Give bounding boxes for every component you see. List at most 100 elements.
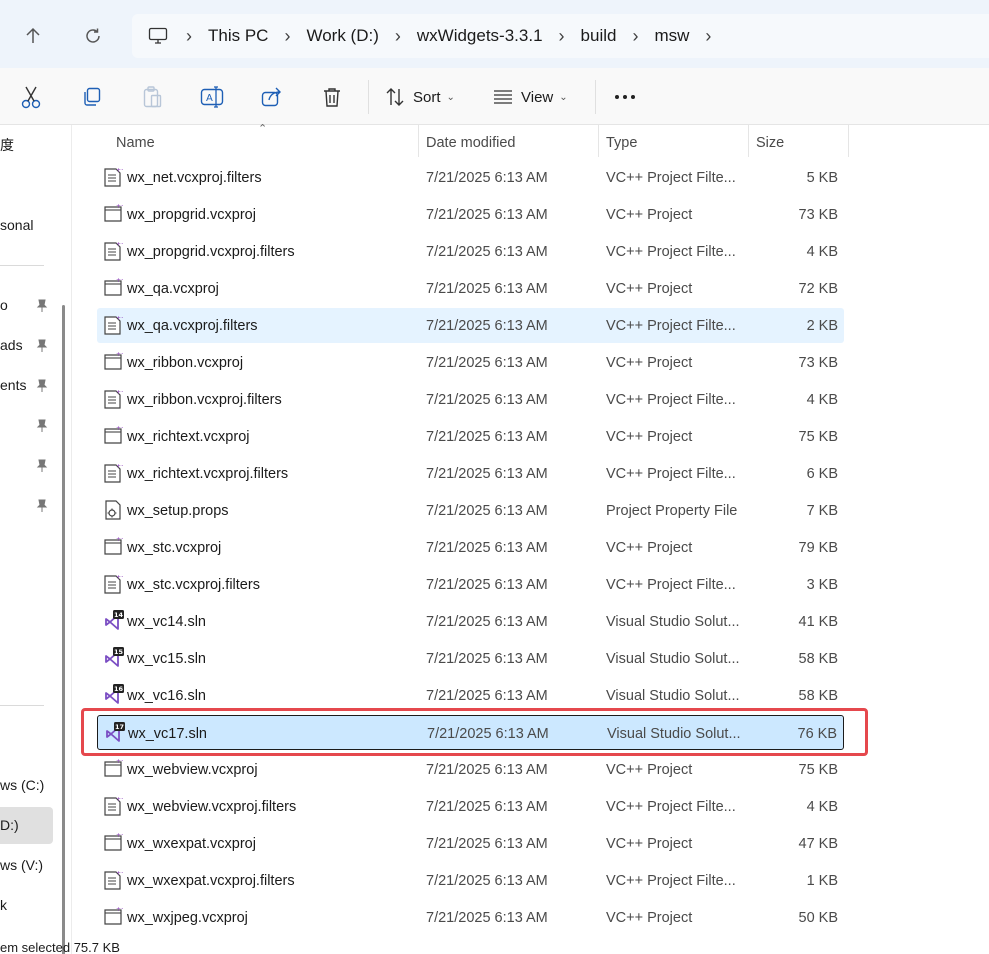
- svg-text:++: ++: [116, 351, 123, 358]
- sidebar-item-documents[interactable]: ents: [0, 377, 26, 393]
- column-header-type[interactable]: Type: [606, 125, 637, 161]
- column-resizer[interactable]: [418, 125, 419, 157]
- sidebar-item-drive-c[interactable]: ws (C:): [0, 777, 44, 793]
- column-header-date[interactable]: Date modified: [426, 125, 515, 161]
- sln-icon: 14: [103, 610, 124, 632]
- file-row[interactable]: wx_setup.props 7/21/2025 6:13 AM Project P…: [97, 493, 844, 528]
- address-bar[interactable]: › This PC › Work (D:) › wxWidgets-3.3.1 …: [132, 14, 989, 58]
- paste-button[interactable]: [141, 82, 163, 112]
- column-resizer[interactable]: [598, 125, 599, 157]
- file-row[interactable]: ++ wx_richtext.vcxproj 7/21/2025 6:13 AM VC…: [97, 419, 844, 454]
- sidebar-item-top[interactable]: 度: [0, 135, 14, 155]
- file-row[interactable]: 15 wx_vc15.sln 7/21/2025 6:13 AM Visual Stu…: [97, 641, 844, 676]
- up-button[interactable]: [17, 20, 49, 52]
- pin-icon[interactable]: [36, 499, 48, 513]
- file-row[interactable]: ++ wx_qa.vcxproj.filters 7/21/2025 6:13 AM…: [97, 308, 844, 343]
- svg-text:++: ++: [116, 425, 123, 432]
- column-resizer[interactable]: [748, 125, 749, 157]
- file-row[interactable]: ++ wx_ribbon.vcxproj.filters 7/21/2025 6:1…: [97, 382, 844, 417]
- column-resizer[interactable]: [848, 125, 849, 157]
- file-type: VC++ Project Filte...: [606, 391, 736, 408]
- file-row[interactable]: ++ wx_wxjpeg.vcxproj 7/21/2025 6:13 AM VC++…: [97, 900, 844, 935]
- refresh-button[interactable]: [77, 20, 109, 52]
- rename-button[interactable]: A: [200, 82, 224, 112]
- sidebar-item-personal[interactable]: sonal: [0, 217, 33, 233]
- breadcrumb-build[interactable]: build: [581, 26, 617, 46]
- file-name: wx_ribbon.vcxproj: [127, 354, 244, 371]
- file-row[interactable]: ++ wx_wxexpat.vcxproj.filters 7/21/2025 6:…: [97, 863, 844, 898]
- file-type: VC++ Project Filte...: [606, 872, 736, 889]
- file-type: VC++ Project: [606, 428, 693, 445]
- file-row[interactable]: ++ wx_propgrid.vcxproj.filters 7/21/2025 6…: [97, 234, 844, 269]
- svg-text:14: 14: [114, 611, 124, 619]
- breadcrumb-msw[interactable]: msw: [654, 26, 689, 46]
- svg-text:++: ++: [116, 536, 123, 543]
- file-name: wx_stc.vcxproj: [127, 539, 222, 556]
- file-row[interactable]: ++ wx_richtext.vcxproj.filters 7/21/2025 6…: [97, 456, 844, 491]
- toolbar-divider: [595, 80, 596, 114]
- column-header-name[interactable]: Name: [116, 125, 155, 161]
- pin-icon[interactable]: [36, 339, 48, 353]
- file-type: VC++ Project Filte...: [606, 317, 736, 334]
- file-row[interactable]: ++ wx_propgrid.vcxproj 7/21/2025 6:13 AM VC…: [97, 197, 844, 232]
- file-date-modified: 7/21/2025 6:13 AM: [426, 613, 548, 630]
- sidebar-item-pinned-1[interactable]: o: [0, 297, 8, 313]
- sidebar-item-drive-v[interactable]: ws (V:): [0, 857, 43, 873]
- file-date-modified: 7/21/2025 6:13 AM: [426, 502, 548, 519]
- file-row[interactable]: 14 wx_vc14.sln 7/21/2025 6:13 AM Visual Stu…: [97, 604, 844, 639]
- copy-button[interactable]: [81, 82, 103, 112]
- svg-text:++: ++: [116, 796, 123, 803]
- file-size: 47 KB: [798, 835, 839, 852]
- filters-icon: ++: [103, 869, 126, 891]
- file-name: wx_qa.vcxproj: [127, 280, 219, 297]
- view-button[interactable]: View ⌄: [493, 82, 568, 112]
- file-size: 4 KB: [806, 391, 838, 408]
- pin-icon[interactable]: [36, 419, 48, 433]
- file-row[interactable]: ++ wx_webview.vcxproj.filters 7/21/2025 6:…: [97, 789, 844, 824]
- props-icon: [103, 499, 123, 521]
- file-row[interactable]: ++ wx_stc.vcxproj 7/21/2025 6:13 AM VC++ Pr…: [97, 530, 844, 565]
- sidebar-item-drive-d[interactable]: D:): [0, 817, 19, 833]
- more-options-button[interactable]: [614, 82, 636, 112]
- sidebar-item-network[interactable]: k: [0, 897, 7, 913]
- sidebar-scrollbar[interactable]: [62, 305, 65, 954]
- file-type: VC++ Project: [606, 761, 693, 778]
- sort-icon: [386, 88, 404, 106]
- status-bar-text: em selected 75.7 KB: [0, 940, 120, 954]
- column-header-size[interactable]: Size: [756, 125, 784, 161]
- file-size: 58 KB: [798, 650, 839, 667]
- file-date-modified: 7/21/2025 6:13 AM: [426, 465, 548, 482]
- file-size: 7 KB: [806, 502, 838, 519]
- file-row[interactable]: ++ wx_ribbon.vcxproj 7/21/2025 6:13 AM VC++…: [97, 345, 844, 380]
- file-row[interactable]: ++ wx_net.vcxproj.filters 7/21/2025 6:13 A…: [97, 160, 844, 195]
- file-type: VC++ Project: [606, 909, 693, 926]
- share-button[interactable]: [260, 82, 284, 112]
- sort-label: Sort: [413, 88, 441, 106]
- file-row[interactable]: ++ wx_qa.vcxproj 7/21/2025 6:13 AM VC++ Pro…: [97, 271, 844, 306]
- file-size: 4 KB: [806, 243, 838, 260]
- file-type: Project Property File: [606, 502, 738, 519]
- file-name: wx_richtext.vcxproj.filters: [127, 465, 289, 482]
- file-name: wx_net.vcxproj.filters: [127, 169, 262, 186]
- file-name: wx_wxexpat.vcxproj.filters: [127, 872, 295, 889]
- file-size: 5 KB: [806, 169, 838, 186]
- address-region: › This PC › Work (D:) › wxWidgets-3.3.1 …: [0, 0, 989, 68]
- breadcrumb-this-pc[interactable]: This PC: [208, 26, 268, 46]
- delete-button[interactable]: [321, 82, 343, 112]
- file-row[interactable]: ++ wx_webview.vcxproj 7/21/2025 6:13 AM VC+…: [97, 752, 844, 787]
- file-row[interactable]: ++ wx_stc.vcxproj.filters 7/21/2025 6:13 A…: [97, 567, 844, 602]
- sidebar-item-downloads[interactable]: ads: [0, 337, 23, 353]
- breadcrumb-work-d[interactable]: Work (D:): [306, 26, 378, 46]
- pin-icon[interactable]: [36, 299, 48, 313]
- breadcrumb-chevron-icon[interactable]: ›: [705, 26, 711, 47]
- file-row[interactable]: ++ wx_wxexpat.vcxproj 7/21/2025 6:13 AM VC+…: [97, 826, 844, 861]
- pin-icon[interactable]: [36, 379, 48, 393]
- file-date-modified: 7/21/2025 6:13 AM: [426, 354, 548, 371]
- cut-button[interactable]: [21, 82, 41, 112]
- pin-icon[interactable]: [36, 459, 48, 473]
- sort-button[interactable]: Sort ⌄: [385, 82, 455, 112]
- file-name: wx_vc15.sln: [127, 650, 206, 667]
- file-type: VC++ Project Filte...: [606, 576, 736, 593]
- breadcrumb-wxwidgets[interactable]: wxWidgets-3.3.1: [417, 26, 543, 46]
- svg-text:++: ++: [116, 241, 123, 248]
